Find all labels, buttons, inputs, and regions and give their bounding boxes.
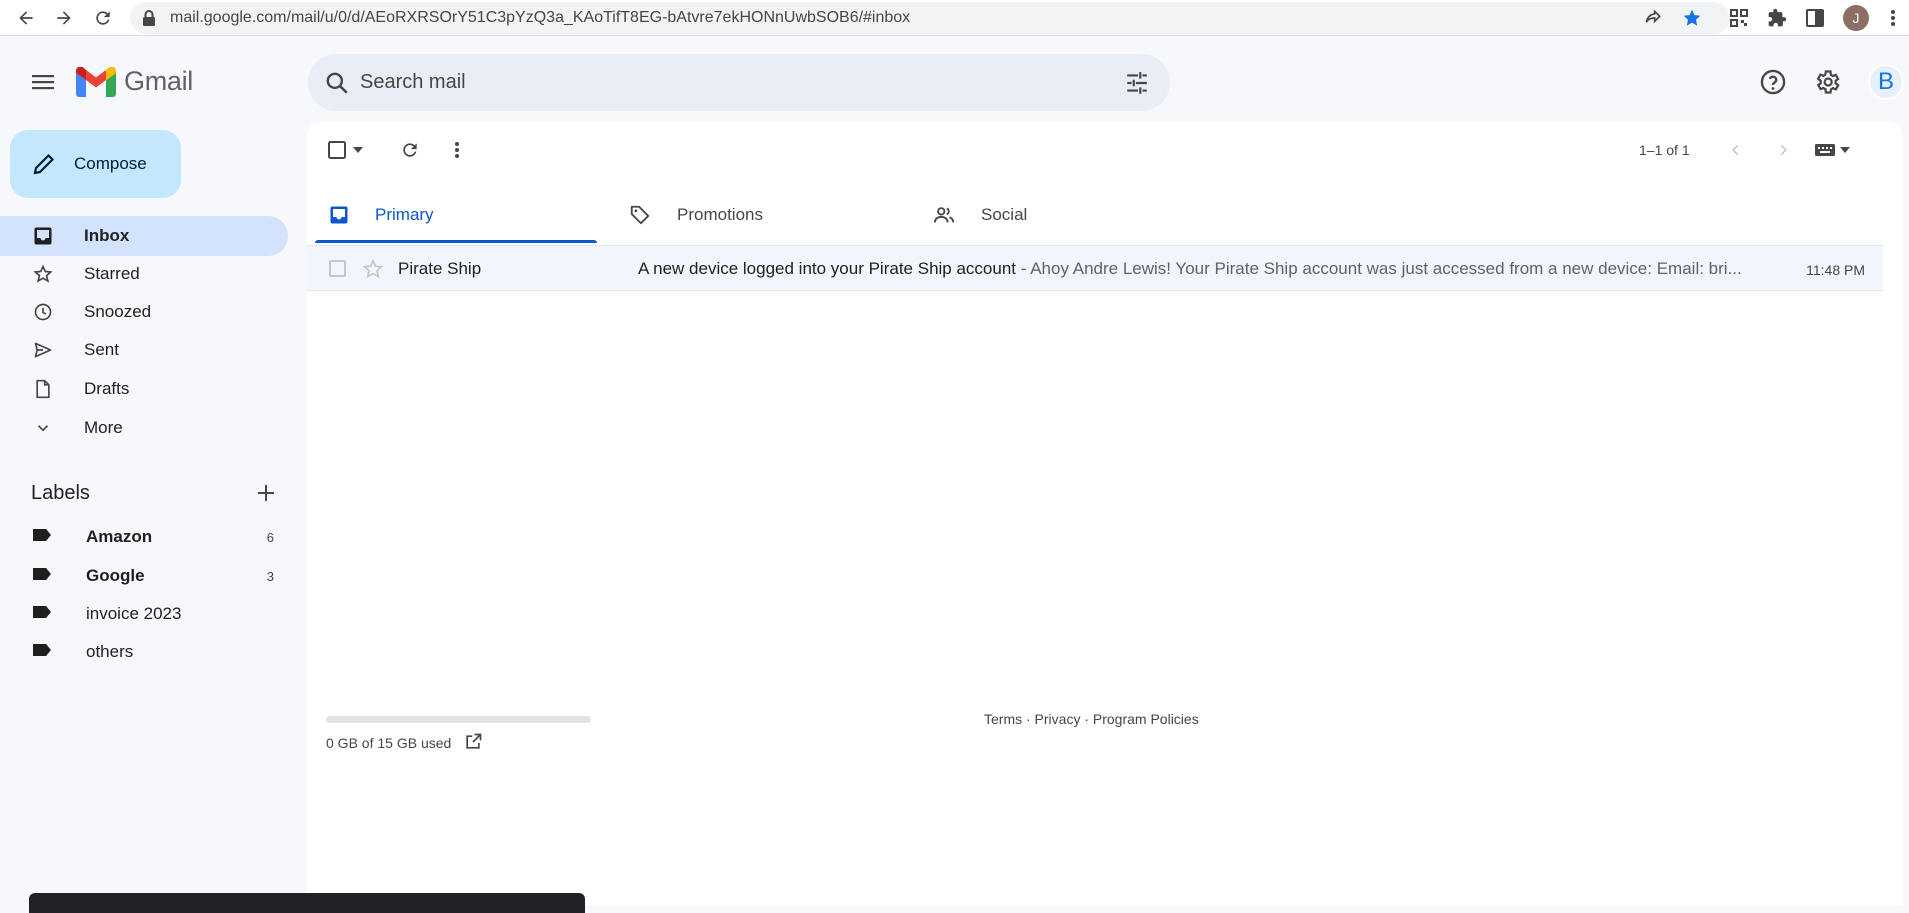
- label-item-others[interactable]: others: [0, 633, 288, 671]
- tab-promotions[interactable]: Promotions: [607, 187, 897, 243]
- keyboard-icon[interactable]: [1813, 136, 1837, 164]
- sidebar-item-sent[interactable]: Sent: [0, 330, 288, 370]
- open-in-new-icon[interactable]: [463, 732, 483, 752]
- email-snippet: A new device logged into your Pirate Shi…: [638, 259, 1753, 279]
- label-item-invoice-2023[interactable]: invoice 2023: [0, 595, 288, 633]
- email-sender: Pirate Ship: [398, 259, 482, 278]
- label-tag-icon: [32, 567, 52, 586]
- back-icon[interactable]: [14, 6, 38, 30]
- label-tag-icon: [32, 643, 52, 662]
- more-options-icon[interactable]: [443, 136, 471, 164]
- older-page-icon[interactable]: [1769, 136, 1797, 164]
- mail-list-panel: 1–1 of 1 Primary Promotions Social Pirat…: [307, 121, 1903, 906]
- sidebar-item-label: Starred: [84, 264, 140, 283]
- sidebar-item-more[interactable]: More: [0, 408, 288, 448]
- tab-label: Primary: [375, 205, 434, 224]
- label-name: Amazon: [86, 527, 153, 546]
- tab-social[interactable]: Social: [911, 187, 1201, 243]
- gmail-m-icon: [76, 66, 116, 97]
- pagination-text: 1–1 of 1: [1639, 142, 1690, 158]
- email-row[interactable]: Pirate Ship A new device logged into you…: [307, 245, 1883, 291]
- label-item-google[interactable]: Google 3: [0, 557, 288, 595]
- footer-links[interactable]: Terms · Privacy · Program Policies: [984, 711, 1199, 727]
- search-icon[interactable]: [324, 70, 350, 101]
- tab-label: Social: [981, 205, 1028, 224]
- label-count: 3: [266, 568, 274, 584]
- browser-toolbar: mail.google.com/mail/u/0/d/AEoRXRSOrY51C…: [0, 0, 1909, 36]
- share-icon[interactable]: [1641, 6, 1665, 30]
- reload-icon[interactable]: [91, 6, 115, 30]
- compose-label: Compose: [74, 154, 147, 173]
- app-name: Gmail: [124, 66, 194, 96]
- tab-label: Promotions: [677, 205, 763, 224]
- browser-menu-icon[interactable]: [1881, 6, 1905, 30]
- sidebar-item-drafts[interactable]: Drafts: [0, 369, 288, 409]
- star-toggle-icon[interactable]: [362, 258, 384, 280]
- compose-button[interactable]: Compose: [10, 130, 181, 198]
- draft-icon: [32, 378, 54, 400]
- sidebar-item-label: Snoozed: [84, 302, 152, 321]
- select-dropdown-icon[interactable]: [349, 136, 367, 164]
- label-tag-icon: [32, 605, 52, 624]
- label-name: others: [86, 642, 134, 661]
- sidebar-item-label: Inbox: [84, 226, 130, 245]
- email-preview: - Ahoy Andre Lewis! Your Pirate Ship acc…: [1016, 259, 1742, 278]
- sidebar-item-inbox[interactable]: Inbox: [0, 216, 288, 256]
- snackbar: [29, 893, 585, 913]
- storage-usage-text: 0 GB of 15 GB used: [326, 735, 452, 751]
- search-bar[interactable]: [308, 54, 1170, 111]
- help-icon[interactable]: [1757, 66, 1789, 98]
- bookmark-star-icon[interactable]: [1680, 6, 1704, 30]
- forward-icon[interactable]: [52, 6, 76, 30]
- search-options-icon[interactable]: [1124, 70, 1150, 101]
- chevron-down-icon: [32, 417, 54, 439]
- sidebar-item-label: More: [84, 418, 123, 437]
- side-panel-icon[interactable]: [1803, 6, 1827, 30]
- email-subject: A new device logged into your Pirate Shi…: [638, 259, 1017, 278]
- sidebar-item-label: Drafts: [84, 379, 130, 398]
- email-time: 11:48 PM: [1806, 262, 1865, 278]
- settings-gear-icon[interactable]: [1811, 66, 1843, 98]
- label-name: Google: [86, 566, 145, 585]
- main-menu-icon[interactable]: [29, 70, 57, 94]
- account-avatar[interactable]: B: [1868, 64, 1904, 100]
- send-icon: [32, 339, 54, 361]
- gmail-logo[interactable]: Gmail: [76, 66, 193, 97]
- tag-icon: [630, 205, 650, 225]
- sidebar-item-snoozed[interactable]: Snoozed: [0, 292, 288, 332]
- browser-profile-avatar[interactable]: J: [1843, 5, 1869, 31]
- storage-usage-bar: [326, 716, 591, 723]
- search-input[interactable]: [360, 54, 1060, 111]
- inbox-tab-icon: [330, 206, 348, 224]
- add-label-icon[interactable]: [254, 481, 278, 505]
- label-name: invoice 2023: [86, 604, 182, 623]
- url-text[interactable]: mail.google.com/mail/u/0/d/AEoRXRSOrY51C…: [170, 9, 910, 27]
- inbox-category-tabs: Primary Promotions Social: [307, 187, 1903, 243]
- email-checkbox[interactable]: [329, 260, 346, 277]
- qr-code-icon[interactable]: [1727, 6, 1751, 30]
- labels-heading: Labels: [31, 482, 90, 504]
- tab-primary[interactable]: Primary: [307, 187, 597, 243]
- people-icon: [933, 207, 955, 223]
- inbox-icon: [32, 225, 54, 247]
- sidebar-item-starred[interactable]: Starred: [0, 254, 288, 294]
- input-tools-dropdown-icon[interactable]: [1837, 136, 1853, 164]
- label-count: 6: [266, 529, 274, 545]
- star-icon: [32, 263, 54, 285]
- label-item-amazon[interactable]: Amazon 6: [0, 518, 288, 556]
- lock-icon[interactable]: [139, 8, 159, 28]
- sidebar-item-label: Sent: [84, 340, 119, 359]
- refresh-icon[interactable]: [396, 136, 424, 164]
- label-tag-icon: [32, 528, 52, 547]
- extensions-icon[interactable]: [1765, 6, 1789, 30]
- select-all-checkbox[interactable]: [325, 136, 349, 164]
- newer-page-icon[interactable]: [1722, 136, 1750, 164]
- pencil-icon: [33, 153, 55, 175]
- clock-icon: [32, 301, 54, 323]
